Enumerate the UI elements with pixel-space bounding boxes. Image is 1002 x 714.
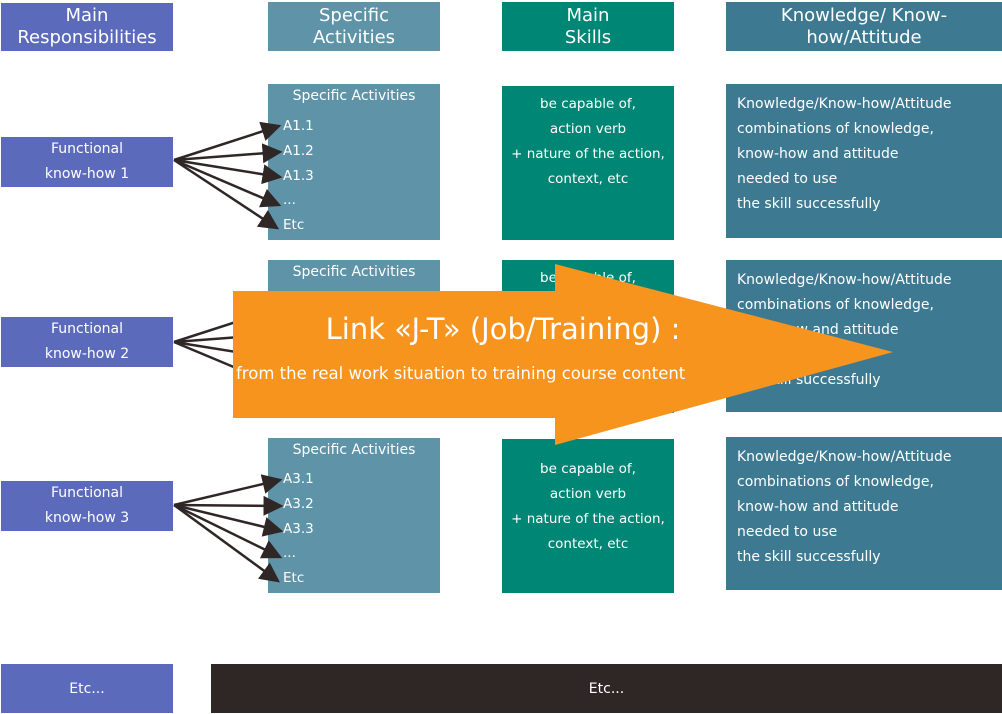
arrow-a3-2 [173, 495, 284, 516]
arrow-a1-3 [173, 158, 283, 185]
link-jt-arrow [233, 264, 893, 445]
arrow-a3-4 [173, 503, 283, 559]
link-title: Link «J-T» (Job/Training) : [325, 312, 681, 346]
connector-arrows [173, 121, 893, 583]
arrow-a1-5 [173, 158, 280, 230]
link-subtitle: from the real work situation to training… [236, 364, 686, 383]
arrow-a3-1 [173, 474, 283, 507]
arrow-a1-4 [173, 158, 282, 208]
